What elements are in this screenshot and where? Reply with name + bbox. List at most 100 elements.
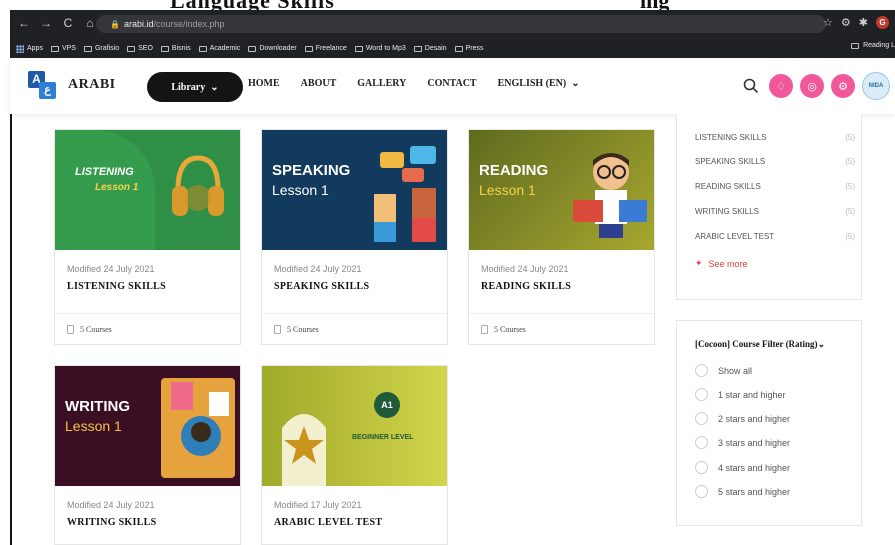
thumb-title: WRITING — [65, 398, 130, 415]
profile-avatar[interactable]: G — [876, 16, 889, 29]
bookmark-item[interactable]: Academic — [198, 45, 240, 52]
reading-list-icon — [851, 42, 860, 49]
language-selector[interactable]: ENGLISH (EN) ⌄ — [498, 78, 580, 89]
site-logo[interactable]: A ع ARABI — [28, 71, 116, 99]
modified-date: Modified 24 July 2021 — [67, 500, 155, 510]
modified-date: Modified 24 July 2021 — [481, 264, 569, 274]
nav-gallery[interactable]: GALLERY — [357, 78, 406, 89]
bookmark-item[interactable]: SEO — [127, 45, 153, 52]
trophy-icon — [278, 402, 330, 486]
library-dropdown-button[interactable]: Library ⌄ — [147, 72, 243, 102]
reload-icon[interactable]: C — [62, 16, 74, 30]
bookmark-item[interactable]: VPS — [50, 45, 76, 52]
bookmark-item[interactable]: Press — [454, 45, 483, 52]
filter-option[interactable]: 3 stars and higher — [695, 436, 790, 449]
writing-desk-illustration — [155, 372, 240, 484]
nav-contact[interactable]: CONTACT — [427, 78, 476, 89]
category-item[interactable]: SPEAKING SKILLS (5) — [695, 157, 855, 166]
bookmarks-bar: Apps VPS Grafisio SEO Bisnis Academic Do… — [10, 39, 895, 58]
course-title[interactable]: SPEAKING SKILLS — [274, 281, 369, 292]
bookmark-item[interactable]: Downloader — [248, 45, 297, 52]
see-more-link[interactable]: ✦ See more — [695, 258, 748, 269]
star-icon[interactable]: ☆ — [823, 16, 833, 29]
reading-kid-illustration — [569, 148, 649, 240]
course-card-speaking[interactable]: SPEAKING Lesson 1 Modified 24 July 2021 … — [261, 129, 448, 345]
course-count: 5 Courses — [262, 313, 447, 345]
folder-icon — [354, 45, 363, 52]
nav-home[interactable]: HOME — [248, 78, 280, 89]
course-title[interactable]: LISTENING SKILLS — [67, 281, 166, 292]
radio-icon[interactable] — [695, 485, 708, 498]
folder-icon — [50, 45, 59, 52]
browser-actions: ☆ ⚙ ✱ G — [823, 16, 889, 29]
filter-option[interactable]: 2 stars and higher — [695, 412, 790, 425]
main-nav: HOME ABOUT GALLERY CONTACT ENGLISH (EN) ⌄ — [248, 78, 580, 89]
bookmark-item[interactable]: Desain — [413, 45, 447, 52]
filter-option[interactable]: 4 stars and higher — [695, 461, 790, 474]
bell-icon[interactable]: ♢ — [769, 74, 793, 98]
course-card-level-test[interactable]: A1 BEGINNER LEVEL Modified 17 July 2021 … — [261, 365, 448, 545]
thumb-title: SPEAKING — [272, 162, 351, 179]
chevron-down-icon: ⌄ — [817, 339, 826, 349]
thumb-subtitle: Lesson 1 — [272, 182, 329, 198]
document-icon — [67, 325, 74, 334]
search-icon[interactable] — [740, 75, 762, 97]
filter-option[interactable]: Show all — [695, 364, 752, 377]
url-host: arabi.id — [123, 19, 154, 29]
speech-bubbles-icon — [372, 144, 444, 244]
folder-icon — [248, 45, 257, 52]
cropped-heading-text: Language Skills — [170, 0, 335, 10]
course-thumbnail: LISTENING Lesson 1 — [55, 130, 240, 250]
bookmark-item[interactable]: Bisnis — [160, 45, 191, 52]
level-badge: A1 — [374, 392, 400, 418]
extension-icon[interactable]: ⚙ — [841, 16, 851, 29]
bookmark-item[interactable]: Freelance — [304, 45, 347, 52]
category-item[interactable]: WRITING SKILLS (5) — [695, 207, 855, 216]
user-avatar[interactable]: NIDA — [862, 72, 890, 100]
cropped-heading-text-right: ing — [640, 0, 669, 10]
radio-icon[interactable] — [695, 461, 708, 474]
modified-date: Modified 17 July 2021 — [274, 500, 362, 510]
headphones-icon — [170, 150, 226, 220]
reading-list[interactable]: Reading L — [845, 42, 895, 49]
course-title[interactable]: WRITING SKILLS — [67, 517, 157, 528]
browser-nav: ← → C ⌂ — [18, 16, 96, 30]
forward-icon[interactable]: → — [40, 16, 52, 30]
radio-icon[interactable] — [695, 436, 708, 449]
bookmark-apps[interactable]: Apps — [16, 44, 43, 53]
chevron-down-icon: ⌄ — [210, 81, 219, 93]
category-list: LISTENING SKILLS (5) SPEAKING SKILLS (5) R… — [676, 114, 862, 300]
course-title[interactable]: ARABIC LEVEL TEST — [274, 517, 382, 528]
nav-about[interactable]: ABOUT — [301, 78, 337, 89]
chat-icon[interactable]: ◎ — [800, 74, 824, 98]
folder-icon — [160, 45, 169, 52]
modified-date: Modified 24 July 2021 — [67, 264, 155, 274]
puzzle-icon[interactable]: ✱ — [859, 16, 868, 29]
thumb-title: LISTENING — [75, 166, 134, 178]
course-title[interactable]: READING SKILLS — [481, 281, 571, 292]
course-thumbnail: A1 BEGINNER LEVEL — [262, 366, 447, 486]
page-edge — [10, 114, 12, 545]
category-item[interactable]: LISTENING SKILLS (5) — [695, 133, 855, 142]
course-thumbnail: SPEAKING Lesson 1 — [262, 130, 447, 250]
address-bar[interactable]: 🔒 arabi.id/course/index.php — [96, 15, 826, 33]
back-icon[interactable]: ← — [18, 16, 30, 30]
settings-icon[interactable]: ⚙ — [831, 74, 855, 98]
document-icon — [481, 325, 488, 334]
filter-option[interactable]: 1 star and higher — [695, 388, 786, 401]
radio-icon[interactable] — [695, 412, 708, 425]
bookmark-item[interactable]: Grafisio — [83, 45, 119, 52]
category-item[interactable]: READING SKILLS (5) — [695, 182, 855, 191]
bookmark-item[interactable]: Word to Mp3 — [354, 45, 406, 52]
home-icon[interactable]: ⌂ — [84, 16, 96, 30]
url-path: /course/index.php — [153, 19, 225, 29]
radio-icon[interactable] — [695, 388, 708, 401]
filter-option[interactable]: 5 stars and higher — [695, 485, 790, 498]
site-header: A ع ARABI Library ⌄ HOME ABOUT GALLERY C… — [10, 58, 895, 114]
course-card-reading[interactable]: READING Lesson 1 Modified 24 July 2021 R… — [468, 129, 655, 345]
category-item[interactable]: ARABIC LEVEL TEST (5) — [695, 232, 855, 241]
filter-title[interactable]: [Cocoon] Course Filter (Rating)⌄ — [695, 339, 825, 350]
course-card-writing[interactable]: WRITING Lesson 1 Modified 24 July 2021 W… — [54, 365, 241, 545]
radio-icon[interactable] — [695, 364, 708, 377]
course-card-listening[interactable]: LISTENING Lesson 1 Modified 24 July 2021… — [54, 129, 241, 345]
